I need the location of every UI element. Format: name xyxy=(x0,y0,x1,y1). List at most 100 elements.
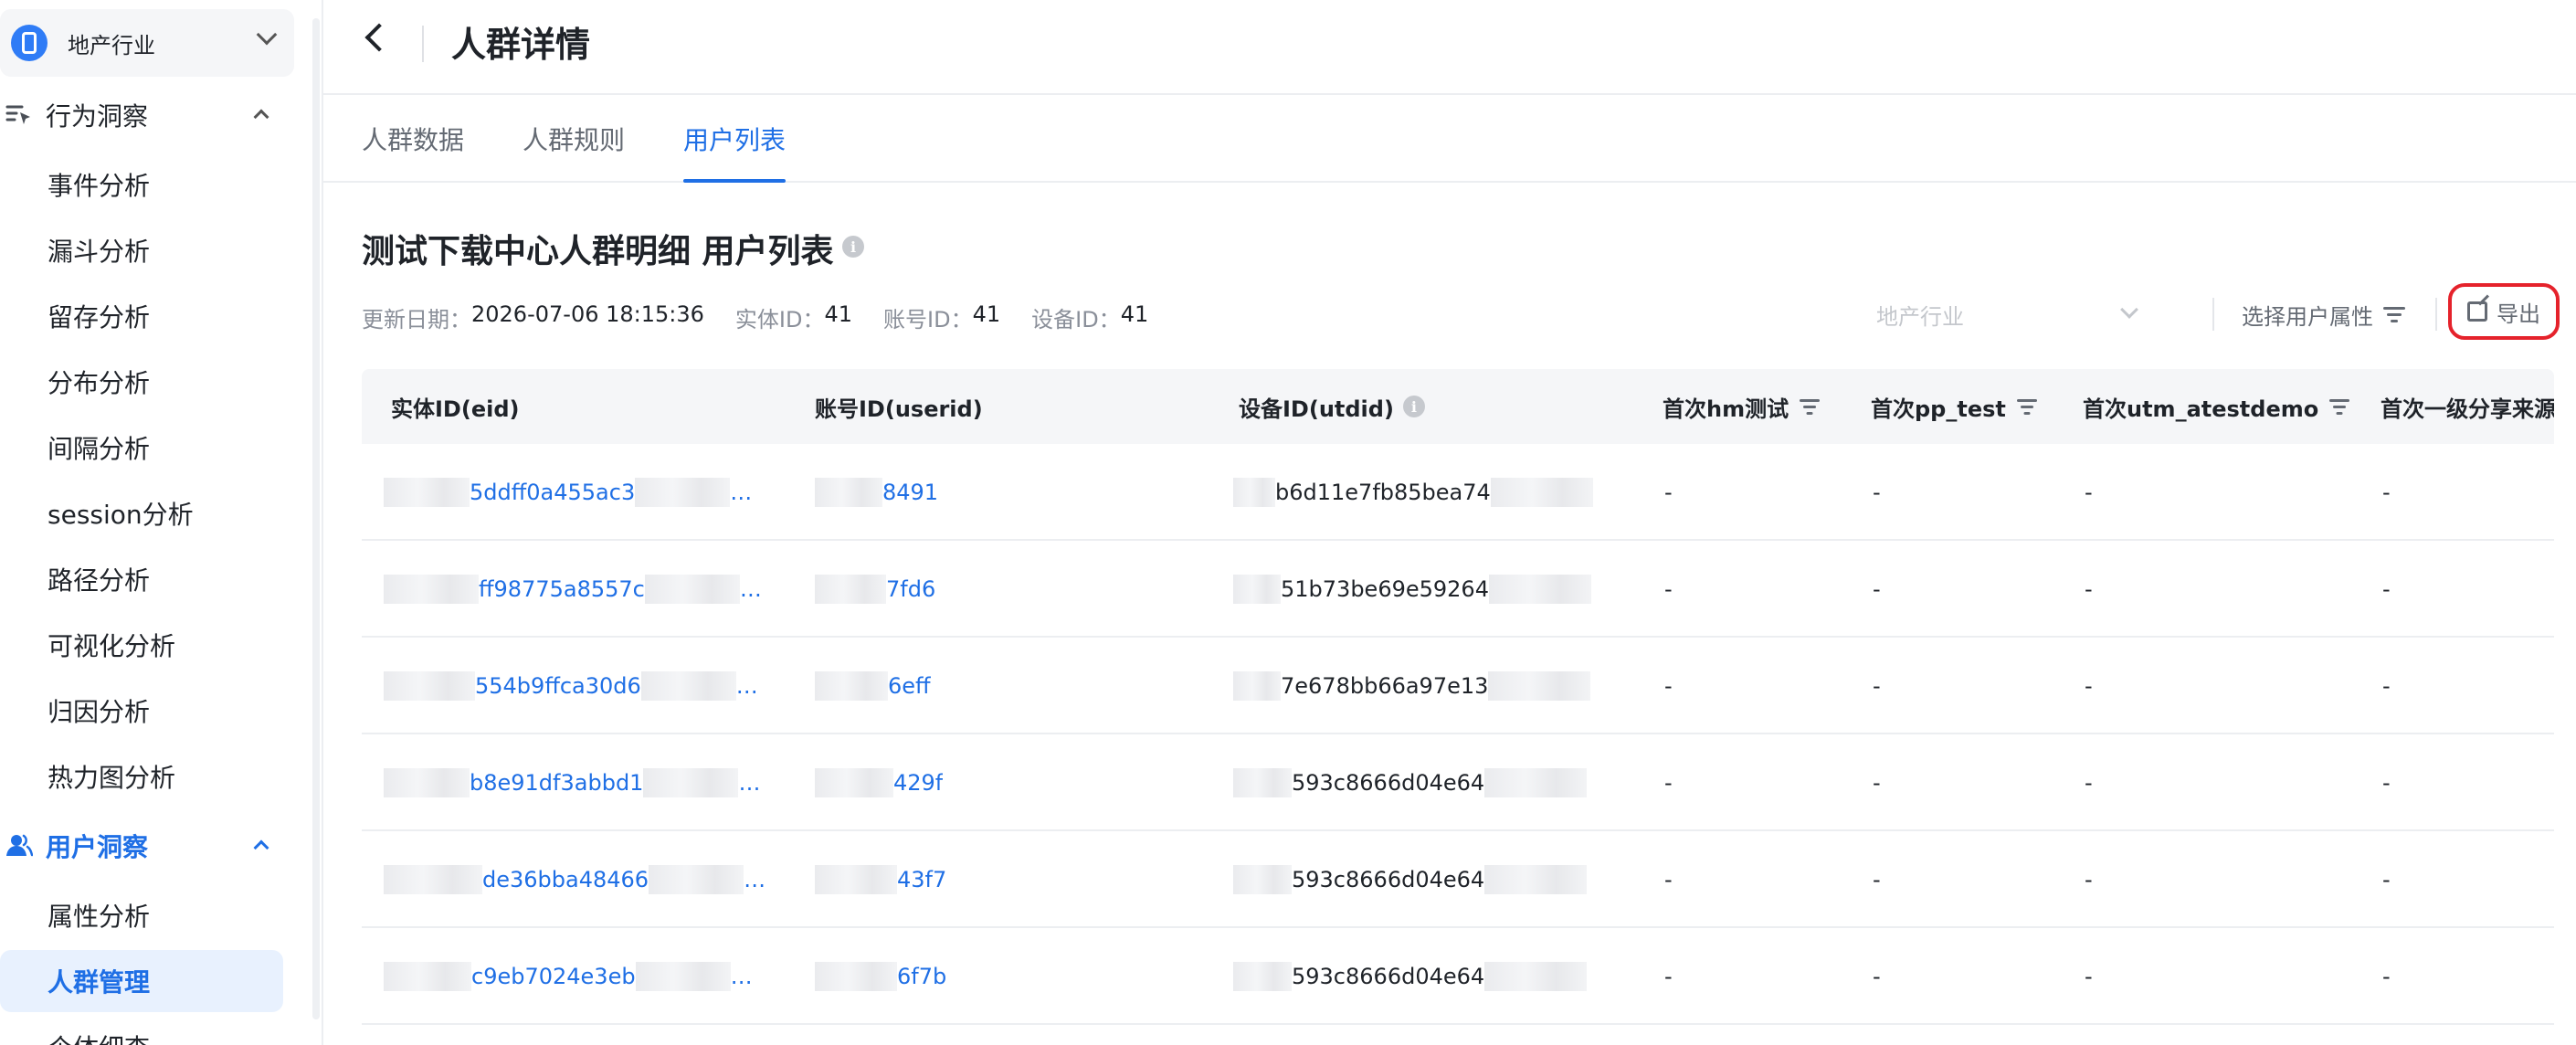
group-user-insight[interactable]: 用户洞察 xyxy=(0,820,294,871)
chevron-down-icon xyxy=(2120,301,2138,319)
first-utm-cell: - xyxy=(2085,867,2093,892)
first-hm-test-cell: - xyxy=(1664,964,1673,989)
nav-crowd-management[interactable]: 人群管理 xyxy=(0,950,283,1012)
nav-heatmap-analysis[interactable]: 热力图分析 xyxy=(0,745,283,808)
column-first-pp-test: 首次pp_test xyxy=(1871,369,2039,444)
industry-select[interactable]: 地产行业 xyxy=(1876,294,2169,334)
column-first-utm-atestdemo: 首次utm_atestdemo xyxy=(2083,369,2351,444)
first-utm-cell: - xyxy=(2085,964,2093,989)
info-icon[interactable]: i xyxy=(842,236,864,258)
nav-retention-analysis[interactable]: 留存分析 xyxy=(0,285,283,347)
chevron-up-icon xyxy=(253,109,269,125)
utdid-cell: 51b73be69e59264 xyxy=(1233,541,1591,638)
first-pp-test-cell: - xyxy=(1873,576,1881,602)
first-utm-cell: - xyxy=(2085,480,2093,505)
nav-funnel-analysis[interactable]: 漏斗分析 xyxy=(0,219,283,281)
export-label: 导出 xyxy=(2497,301,2540,327)
device-count-label: 设备ID： xyxy=(1031,307,1121,332)
toolbar-divider xyxy=(2435,298,2437,331)
first-hm-test-cell: - xyxy=(1664,673,1673,699)
nav-event-analysis[interactable]: 事件分析 xyxy=(0,153,283,216)
export-button[interactable]: 导出 xyxy=(2448,283,2560,340)
update-date-value: 2026-07-06 18:15:36 xyxy=(471,301,704,327)
nav-attribution-analysis[interactable]: 归因分析 xyxy=(0,680,283,742)
utdid-cell: 593c8666d04e64 xyxy=(1233,928,1588,1025)
userid-cell[interactable]: 6f7b xyxy=(815,928,946,1025)
filter-icon[interactable] xyxy=(2328,397,2351,416)
utdid-cell: 593c8666d04e64 xyxy=(1233,734,1588,831)
nav-attribute-analysis[interactable]: 属性分析 xyxy=(0,884,283,946)
first-pp-test-cell: - xyxy=(1873,480,1881,505)
group-label: 行为洞察 xyxy=(46,101,149,132)
userid-cell[interactable]: 43f7 xyxy=(815,831,946,928)
table-row[interactable]: 554b9ffca30d6… 6eff 7e678bb66a97e13 - - … xyxy=(362,638,2554,734)
table-row[interactable]: ff98775a8557c… 7fd6 51b73be69e59264 - - … xyxy=(362,541,2554,638)
industry-switcher[interactable]: 地产行业 xyxy=(0,9,294,77)
toolbar-divider xyxy=(2212,298,2214,331)
group-label: 用户洞察 xyxy=(46,832,149,862)
sidebar-scrollbar[interactable] xyxy=(312,18,320,1019)
first-utm-cell: - xyxy=(2085,770,2093,796)
first-share-cell: - xyxy=(2382,480,2391,505)
userid-cell[interactable]: 7fd6 xyxy=(815,541,935,638)
eid-cell[interactable]: ff98775a8557c… xyxy=(384,541,762,638)
first-share-cell: - xyxy=(2382,770,2391,796)
first-pp-test-cell: - xyxy=(1873,673,1881,699)
meta-info: 更新日期： 2026-07-06 18:15:36 实体ID： 41 账号ID：… xyxy=(362,301,1179,333)
first-hm-test-cell: - xyxy=(1664,770,1673,796)
select-user-attribute-button[interactable]: 选择用户属性 xyxy=(2242,294,2406,334)
column-utdid: 设备ID(utdid) i xyxy=(1239,369,1425,444)
eid-cell[interactable]: 5ddff0a455ac3… xyxy=(384,444,752,541)
nav-visual-analysis[interactable]: 可视化分析 xyxy=(0,614,283,676)
userid-cell[interactable]: 429f xyxy=(815,734,943,831)
industry-select-placeholder: 地产行业 xyxy=(1876,303,1964,330)
column-userid: 账号ID(userid) xyxy=(815,396,983,422)
utdid-cell: 593c8666d04e64 xyxy=(1233,831,1588,928)
sidebar: 地产行业 行为洞察 事件分析 漏斗分析 留存分析 分布分析 间隔分析 sessi… xyxy=(0,0,322,1045)
first-hm-test-cell: - xyxy=(1664,867,1673,892)
eid-cell[interactable]: 554b9ffca30d6… xyxy=(384,638,758,734)
back-arrow-icon[interactable] xyxy=(364,23,394,52)
table-row[interactable]: 5ddff0a455ac3… 8491 b6d11e7fb85bea74 - -… xyxy=(362,444,2554,541)
tab-crowd-rules[interactable]: 人群规则 xyxy=(523,121,625,183)
device-count-value: 41 xyxy=(1120,301,1149,327)
eid-cell[interactable]: b8e91df3abbd1… xyxy=(384,734,760,831)
utdid-cell: 7e678bb66a97e13 xyxy=(1233,638,1591,734)
table-header: 实体ID(eid) 账号ID(userid) 设备ID(utdid) i 首次hm… xyxy=(362,369,2554,444)
eid-cell[interactable]: c9eb7024e3eb… xyxy=(384,928,753,1025)
filter-icon[interactable] xyxy=(2015,397,2039,416)
eid-count-label: 实体ID： xyxy=(734,307,825,332)
select-user-attribute-label: 选择用户属性 xyxy=(2242,303,2373,330)
group-behavior-insight[interactable]: 行为洞察 xyxy=(0,90,294,141)
nav-session-analysis[interactable]: session分析 xyxy=(0,482,283,544)
nav-individual-detail[interactable]: 个体细查 xyxy=(0,1016,283,1045)
section-title: 测试下载中心人群明细 用户列表 xyxy=(362,233,834,270)
header-divider xyxy=(422,26,424,62)
tab-user-list[interactable]: 用户列表 xyxy=(683,121,787,183)
column-first-share-source: 首次一级分享来源 xyxy=(2381,396,2554,422)
column-first-hm-test: 首次hm测试 xyxy=(1663,369,1821,444)
table-row[interactable]: de36bba48466… 43f7 593c8666d04e64 - - - … xyxy=(362,831,2554,928)
filter-icon xyxy=(2382,305,2406,323)
userid-cell[interactable]: 6eff xyxy=(815,638,931,734)
nav-interval-analysis[interactable]: 间隔分析 xyxy=(0,417,283,479)
first-share-cell: - xyxy=(2382,867,2391,892)
nav-path-analysis[interactable]: 路径分析 xyxy=(0,548,283,610)
first-pp-test-cell: - xyxy=(1873,770,1881,796)
user-insight-icon xyxy=(5,832,35,860)
user-table: 实体ID(eid) 账号ID(userid) 设备ID(utdid) i 首次hm… xyxy=(362,369,2554,1045)
filter-icon[interactable] xyxy=(1798,397,1821,416)
userid-count-label: 账号ID： xyxy=(883,307,973,332)
page-title: 人群详情 xyxy=(451,25,591,65)
first-pp-test-cell: - xyxy=(1873,964,1881,989)
userid-cell[interactable]: 8491 xyxy=(815,444,938,541)
chevron-up-icon xyxy=(253,839,269,856)
table-row[interactable]: b8e91df3abbd1… 429f 593c8666d04e64 - - -… xyxy=(362,734,2554,831)
nav-distribution-analysis[interactable]: 分布分析 xyxy=(0,351,283,413)
tab-crowd-data[interactable]: 人群数据 xyxy=(362,121,464,183)
eid-cell[interactable]: de36bba48466… xyxy=(384,831,765,928)
table-row[interactable]: c9eb7024e3eb… 6f7b 593c8666d04e64 - - - … xyxy=(362,928,2554,1025)
behavior-insight-icon xyxy=(5,101,35,129)
update-date-label: 更新日期： xyxy=(362,307,471,332)
info-icon[interactable]: i xyxy=(1402,396,1425,417)
